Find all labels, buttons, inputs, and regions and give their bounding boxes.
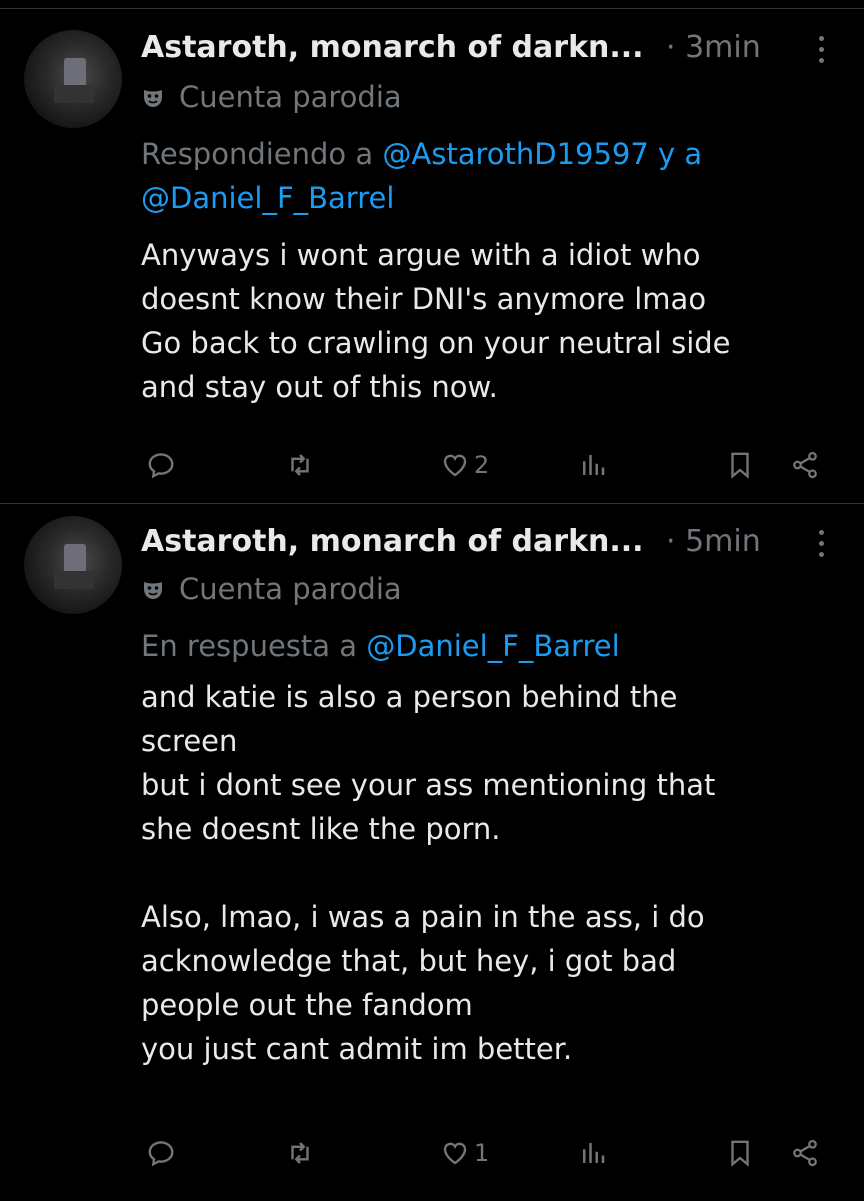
- retweet-icon: [291, 1142, 309, 1164]
- mention-link[interactable]: @AstarothD19597: [382, 137, 648, 171]
- retweet-button[interactable]: [285, 1133, 315, 1173]
- reply-icon: [148, 453, 174, 479]
- reply-button[interactable]: [146, 1133, 176, 1173]
- bookmark-icon: [731, 452, 749, 479]
- more-options-icon[interactable]: [806, 524, 836, 564]
- timestamp[interactable]: · 3min: [666, 30, 761, 65]
- reply-context: En respuesta a @Daniel_F_Barrel: [141, 629, 620, 663]
- share-button[interactable]: [790, 1133, 820, 1173]
- like-count: 1: [474, 1139, 490, 1167]
- reply-button[interactable]: [146, 445, 176, 485]
- share-icon: [793, 451, 817, 479]
- author-name[interactable]: Astaroth, monarch of darkn...: [141, 524, 644, 559]
- mention-link[interactable]: @Daniel_F_Barrel: [366, 629, 619, 663]
- parody-badge: Cuenta parodia: [141, 80, 402, 114]
- heart-icon: [443, 1142, 467, 1165]
- parody-badge: Cuenta parodia: [141, 572, 402, 606]
- tweet[interactable]: Astaroth, monarch of darkn... · 3min Cue…: [0, 0, 864, 503]
- tweet-text: Anyways i wont argue with a idiot who do…: [141, 238, 731, 404]
- share-icon: [793, 1139, 817, 1167]
- bookmark-icon: [731, 1140, 749, 1167]
- bookmark-button[interactable]: [725, 1133, 755, 1173]
- avatar[interactable]: [24, 516, 122, 614]
- share-button[interactable]: [790, 445, 820, 485]
- reply-icon: [148, 1141, 174, 1167]
- mention-link[interactable]: @Daniel_F_Barrel: [141, 181, 394, 215]
- timestamp[interactable]: · 5min: [666, 524, 761, 559]
- bookmark-button[interactable]: [725, 445, 755, 485]
- more-options-icon[interactable]: [806, 30, 836, 70]
- tweet-text: and katie is also a person behind the sc…: [141, 680, 716, 1066]
- views-icon: [583, 1143, 605, 1163]
- author-name[interactable]: Astaroth, monarch of darkn...: [141, 30, 644, 65]
- retweet-button[interactable]: [285, 445, 315, 485]
- views-icon: [583, 455, 605, 475]
- reply-context: Respondiendo a @AstarothD19597 y a @Danie…: [141, 137, 703, 215]
- heart-icon: [443, 454, 467, 477]
- like-button[interactable]: 1: [440, 1133, 489, 1173]
- views-button[interactable]: [578, 445, 608, 485]
- action-bar: 2: [0, 445, 864, 485]
- retweet-icon: [291, 454, 309, 476]
- avatar[interactable]: [24, 30, 122, 128]
- action-bar: 1: [0, 1133, 864, 1173]
- views-button[interactable]: [578, 1133, 608, 1173]
- parody-mask-icon: [144, 90, 162, 107]
- like-button[interactable]: 2: [440, 445, 489, 485]
- parody-mask-icon: [144, 582, 162, 599]
- like-count: 2: [474, 451, 490, 479]
